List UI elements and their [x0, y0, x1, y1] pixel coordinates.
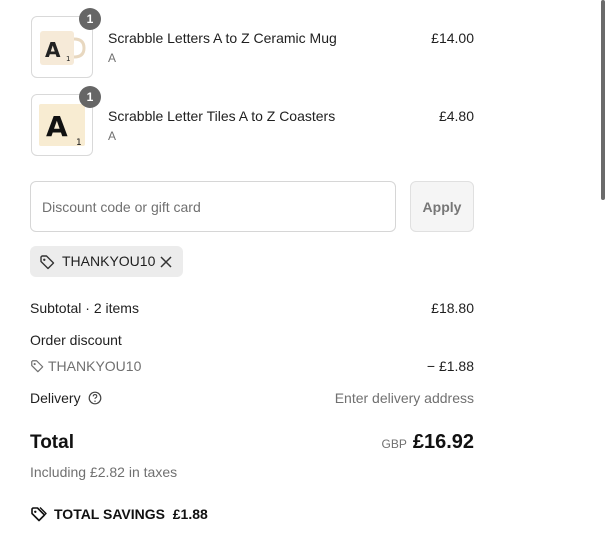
currency-code: GBP — [381, 437, 407, 451]
scrollbar[interactable] — [601, 0, 605, 200]
tag-icon — [31, 360, 44, 373]
apply-button[interactable]: Apply — [410, 181, 474, 232]
total-savings: TOTAL SAVINGS £1.88 — [30, 506, 208, 522]
subtotal-label: Subtotal · 2 items — [30, 300, 139, 316]
delivery-value: Enter delivery address — [334, 390, 474, 406]
quantity-badge: 1 — [79, 86, 101, 108]
product-price: £4.80 — [438, 108, 474, 124]
order-discount-code-row: THANKYOU10 — [30, 358, 141, 374]
order-discount-code: THANKYOU10 — [48, 358, 142, 374]
applied-code-label: THANKYOU10 — [62, 253, 156, 269]
order-discount-label: Order discount — [30, 332, 122, 348]
discount-input-placeholder: Discount code or gift card — [42, 198, 201, 215]
discount-code-input[interactable]: Discount code or gift card — [30, 181, 396, 232]
mug-letter: A — [45, 38, 61, 62]
total-amount: GBP £16.92 — [381, 431, 474, 454]
savings-value: £1.88 — [172, 506, 208, 522]
help-circle-icon[interactable] — [88, 391, 102, 405]
product-variant: A — [108, 51, 117, 65]
delivery-label: Delivery — [30, 390, 81, 406]
coaster-letter-score: 1 — [76, 138, 82, 148]
delivery-row: Delivery — [30, 390, 102, 406]
coaster-letter: A — [46, 110, 68, 143]
applied-discount-chip: THANKYOU10 — [30, 246, 183, 277]
close-icon[interactable] — [159, 255, 173, 269]
subtotal-value: £18.80 — [431, 300, 474, 316]
tag-icon — [40, 255, 55, 270]
product-name: Scrabble Letter Tiles A to Z Coasters — [108, 108, 336, 124]
product-name: Scrabble Letters A to Z Ceramic Mug — [108, 30, 337, 46]
savings-label: TOTAL SAVINGS — [54, 506, 165, 522]
total-label: Total — [30, 432, 74, 453]
order-discount-value: − £1.88 — [426, 358, 474, 374]
mug-letter-score: 1 — [66, 55, 70, 63]
product-variant: A — [108, 129, 117, 143]
quantity-badge: 1 — [79, 8, 101, 30]
total-value: £16.92 — [412, 431, 474, 453]
product-price: £14.00 — [431, 30, 474, 46]
savings-tag-icon — [31, 507, 47, 522]
taxes-note: Including £2.82 in taxes — [30, 464, 178, 480]
